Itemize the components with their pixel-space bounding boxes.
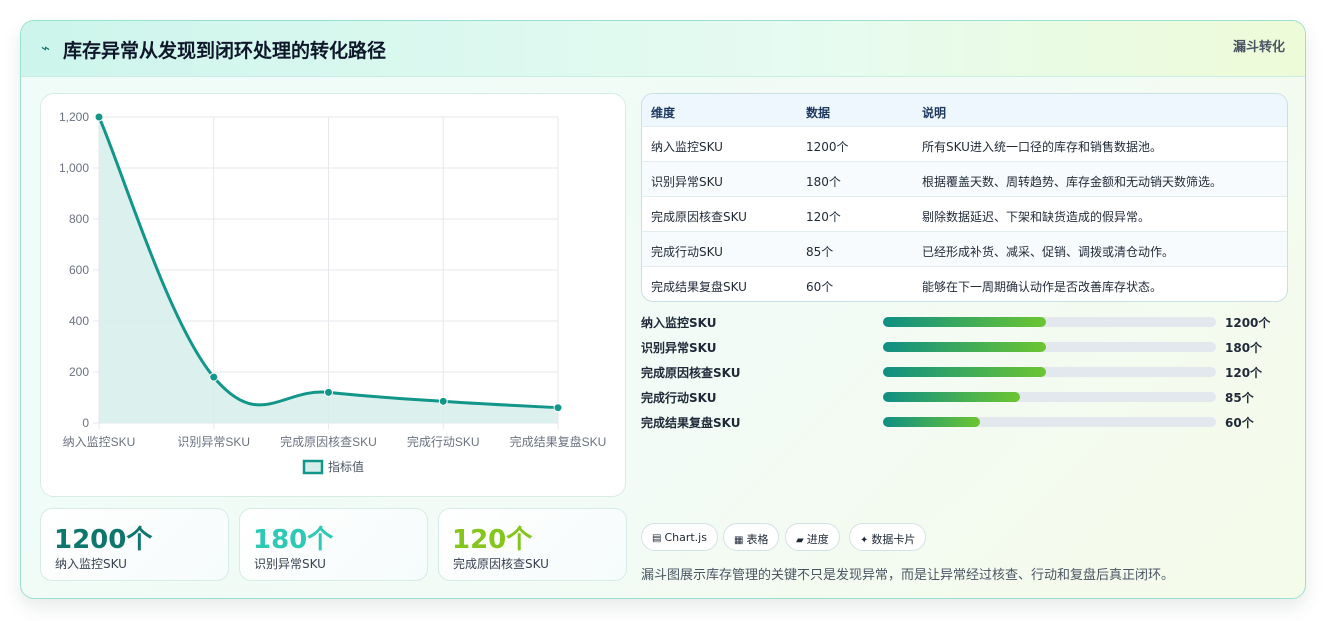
progress-value: 85个 [1225, 391, 1254, 405]
legend-swatch [302, 459, 324, 475]
table-cell: 纳入监控SKU [651, 140, 723, 154]
x-tick-label: 完成结果复盘SKU [510, 434, 607, 449]
progress-row: 识别异常SKU 180个 [641, 337, 1291, 357]
x-tick-label: 完成行动SKU [407, 434, 480, 449]
progress-fill [883, 392, 1020, 402]
card-title: 库存异常从发现到闭环处理的转化路径 [63, 40, 387, 62]
legend-label: 指标值 [328, 459, 364, 474]
x-tick-label: 纳入监控SKU [63, 435, 136, 449]
table-row: 识别异常SKU 180个 根据覆盖天数、周转趋势、库存金额和无动销天数筛选。 [642, 162, 1287, 197]
dashboard-card: ⌁ 库存异常从发现到闭环处理的转化路径 漏斗转化 0 200 400 600 800 1,… [20, 20, 1306, 599]
data-point [324, 387, 333, 397]
progress-track [883, 417, 1216, 427]
progress-track [883, 392, 1216, 402]
progress-fill [883, 317, 1047, 327]
progress-track [883, 317, 1216, 327]
progress-label: 识别异常SKU [641, 341, 717, 355]
progress-label: 完成结果复盘SKU [641, 416, 741, 430]
chip-data-card[interactable]: ✦ 数据卡片 [849, 523, 927, 551]
line-chart-panel: 0 200 400 600 800 1,000 1,200 纳入监控SKU 识别异常SKU 完成原… [40, 93, 626, 497]
chip-label: Chart.js [664, 531, 707, 544]
progress-track [883, 367, 1216, 377]
table-row: 完成原因核查SKU 120个 剔除数据延迟、下架和缺货造成的假异常。 [642, 197, 1287, 232]
table-cell: 识别异常SKU [651, 175, 723, 189]
chip-chartjs[interactable]: ▤ Chart.js [641, 523, 718, 551]
table-header-cell: 维度 [651, 106, 676, 120]
kpi-card-0: 1200个 纳入监控SKU [40, 508, 229, 581]
card-tag: 漏斗转化 [1232, 40, 1285, 55]
progress-icon: ▰ [796, 535, 804, 546]
table-cell: 所有SKU进入统一口径的库存和销售数据池。 [922, 140, 1162, 154]
table-header-cell: 数据 [806, 106, 831, 120]
kpi-card-2: 120个 完成原因核查SKU [438, 508, 627, 581]
progress-row: 完成结果复盘SKU 60个 [641, 412, 1291, 432]
data-point [94, 112, 104, 122]
table-cell: 剔除数据延迟、下架和缺货造成的假异常。 [922, 210, 1151, 224]
y-tick-label: 0 [82, 416, 89, 430]
y-tick-label: 1,000 [59, 161, 89, 175]
table-header-row: 维度 数据 说明 [642, 94, 1287, 127]
line-chart: 0 200 400 600 800 1,000 1,200 纳入监控SKU 识别异常SKU 完成原… [59, 110, 607, 475]
progress-row: 完成原因核查SKU 120个 [641, 362, 1291, 382]
chip-progress[interactable]: ▰ 进度 [785, 523, 840, 551]
chip-table[interactable]: ▦ 表格 [723, 523, 780, 551]
table-cell: 已经形成补货、减采、促销、调拨或清仓动作。 [922, 245, 1175, 259]
card-icon: ✦ [860, 535, 869, 546]
card-header: ⌁ 库存异常从发现到闭环处理的转化路径 漏斗转化 [21, 21, 1305, 77]
footer-note: 漏斗图展示库存管理的关键不只是发现异常，而是让异常经过核查、行动和复盘后真正闭环… [641, 568, 1175, 583]
progress-fill [883, 417, 980, 427]
kpi-label: 纳入监控SKU [55, 557, 127, 571]
chart-icon: ▤ [652, 533, 662, 544]
table-cell: 120个 [806, 210, 841, 224]
kpi-label: 完成原因核查SKU [453, 557, 549, 571]
y-tick-label: 600 [69, 263, 89, 277]
table-cell: 180个 [806, 175, 841, 189]
y-tick-label: 1,200 [59, 110, 89, 124]
chip-label: 表格 [746, 533, 769, 546]
table-row: 纳入监控SKU 1200个 所有SKU进入统一口径的库存和销售数据池。 [642, 127, 1287, 162]
y-tick-label: 400 [69, 314, 89, 328]
progress-value: 60个 [1225, 416, 1254, 430]
kpi-label: 识别异常SKU [254, 557, 326, 571]
x-tick-label: 完成原因核查SKU [280, 434, 377, 449]
data-point [553, 403, 563, 413]
table-cell: 能够在下一周期确认动作是否改善库存状态。 [922, 280, 1163, 294]
table-cell: 1200个 [806, 140, 849, 154]
progress-fill [883, 367, 1047, 377]
progress-label: 完成原因核查SKU [641, 366, 741, 380]
table-header-cell: 说明 [922, 106, 947, 120]
kpi-card-1: 180个 识别异常SKU [239, 508, 428, 581]
table-cell: 完成结果复盘SKU [651, 280, 747, 294]
lightning-icon: ⌁ [41, 39, 51, 57]
table-icon: ▦ [734, 535, 744, 546]
x-tick-label: 识别异常SKU [177, 435, 250, 449]
chip-label: 数据卡片 [871, 533, 916, 546]
table-cell: 完成行动SKU [651, 245, 723, 259]
progress-fill [883, 342, 1047, 352]
data-table: 维度 数据 说明 纳入监控SKU 1200个 所有SKU进入统一口径的库存和销售… [641, 93, 1288, 302]
y-tick-label: 200 [69, 365, 89, 379]
progress-value: 1200个 [1225, 316, 1271, 330]
progress-label: 纳入监控SKU [641, 316, 717, 330]
kpi-value: 1200个 [54, 525, 153, 555]
progress-track [883, 342, 1216, 352]
table-cell: 完成原因核查SKU [651, 210, 747, 224]
progress-value: 120个 [1225, 366, 1263, 380]
kpi-value: 120个 [452, 525, 533, 555]
data-point [209, 372, 219, 382]
progress-row: 纳入监控SKU 1200个 [641, 312, 1291, 332]
y-tick-label: 800 [69, 212, 89, 226]
data-point [438, 396, 448, 406]
table-cell: 根据覆盖天数、周转趋势、库存金额和无动销天数筛选。 [922, 175, 1223, 189]
progress-row: 完成行动SKU 85个 [641, 387, 1291, 407]
table-row: 完成结果复盘SKU 60个 能够在下一周期确认动作是否改善库存状态。 [642, 267, 1287, 301]
progress-label: 完成行动SKU [641, 391, 717, 405]
table-row: 完成行动SKU 85个 已经形成补货、减采、促销、调拨或清仓动作。 [642, 232, 1287, 267]
chip-label: 进度 [806, 533, 829, 546]
kpi-value: 180个 [253, 525, 334, 555]
table-cell: 85个 [806, 245, 834, 259]
table-cell: 60个 [806, 280, 834, 294]
progress-value: 180个 [1225, 341, 1263, 355]
